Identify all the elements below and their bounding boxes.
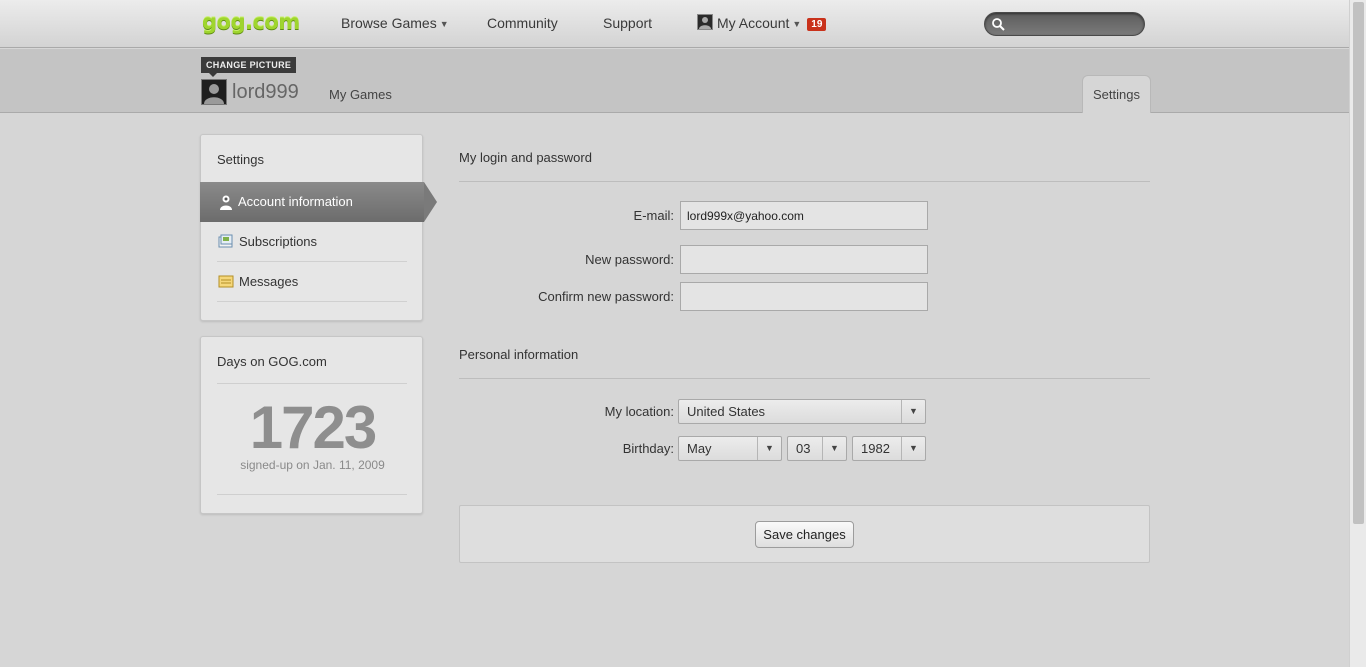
nav-support[interactable]: Support xyxy=(603,15,652,31)
search-box[interactable] xyxy=(984,12,1145,36)
personal-section-title: Personal information xyxy=(459,347,579,362)
messages-icon xyxy=(218,275,234,288)
profile-strip: CHANGE PICTURE lord999 My Games Settings xyxy=(0,49,1349,113)
my-account-label: My Account xyxy=(717,15,790,31)
divider xyxy=(217,383,407,384)
location-select[interactable]: United States ▼ xyxy=(678,399,926,424)
profile-avatar[interactable] xyxy=(201,79,227,105)
tab-settings[interactable]: Settings xyxy=(1082,75,1151,113)
nav-my-account[interactable]: My Account ▼ 19 xyxy=(717,15,827,31)
divider xyxy=(217,494,407,495)
notification-badge[interactable]: 19 xyxy=(807,18,827,31)
browse-games-label: Browse Games xyxy=(341,15,437,31)
confirm-password-field[interactable] xyxy=(680,282,928,311)
change-picture-tooltip[interactable]: CHANGE PICTURE xyxy=(201,57,297,77)
location-value: United States xyxy=(687,404,766,419)
new-password-label: New password: xyxy=(585,252,674,267)
sidebar-item-label: Subscriptions xyxy=(239,234,318,249)
days-title: Days on GOG.com xyxy=(217,354,327,369)
divider xyxy=(459,181,1150,182)
page: gog.com Browse Games ▼ Community Support … xyxy=(0,0,1366,667)
birth-month-value: May xyxy=(687,441,712,456)
tab-my-games[interactable]: My Games xyxy=(329,87,392,102)
birth-year-select[interactable]: 1982 ▼ xyxy=(852,436,926,461)
new-password-field[interactable] xyxy=(680,245,928,274)
account-avatar-icon[interactable] xyxy=(697,14,713,30)
chevron-down-icon: ▼ xyxy=(757,437,781,460)
birth-day-value: 03 xyxy=(796,441,811,456)
divider xyxy=(459,378,1150,379)
confirm-password-label: Confirm new password: xyxy=(538,289,674,304)
scrollbar-thumb[interactable] xyxy=(1353,2,1364,524)
scrollbar[interactable] xyxy=(1349,0,1366,667)
nav-community[interactable]: Community xyxy=(487,15,558,31)
birth-year-value: 1982 xyxy=(861,441,890,456)
save-changes-button[interactable]: Save changes xyxy=(755,521,854,548)
sidebar-item-label: Account information xyxy=(238,194,353,209)
email-label: E-mail: xyxy=(633,208,674,223)
username: lord999 xyxy=(232,81,299,103)
chevron-down-icon: ▼ xyxy=(792,19,802,29)
top-navigation-bar: gog.com Browse Games ▼ Community Support … xyxy=(0,0,1349,48)
signed-up-date: signed-up on Jan. 11, 2009 xyxy=(240,458,385,472)
birth-day-select[interactable]: 03 ▼ xyxy=(787,436,847,461)
location-label: My location: xyxy=(604,404,674,419)
sidebar-item-label: Messages xyxy=(239,274,299,289)
subscriptions-icon xyxy=(218,234,233,248)
login-section-title: My login and password xyxy=(459,150,592,165)
birthday-label: Birthday: xyxy=(622,441,674,456)
nav-browse-games[interactable]: Browse Games ▼ xyxy=(341,15,449,31)
chevron-down-icon: ▼ xyxy=(901,400,925,423)
chevron-down-icon: ▼ xyxy=(822,437,846,460)
save-panel: Save changes xyxy=(459,505,1150,563)
chevron-down-icon: ▼ xyxy=(901,437,925,460)
user-silhouette-icon xyxy=(204,84,224,104)
gog-logo[interactable]: gog.com xyxy=(202,10,300,34)
birth-month-select[interactable]: May ▼ xyxy=(678,436,782,461)
email-field[interactable] xyxy=(680,201,928,230)
chevron-down-icon: ▼ xyxy=(439,19,449,29)
days-on-gog-box: Days on GOG.com 1723 signed-up on Jan. 1… xyxy=(200,336,423,514)
search-icon xyxy=(992,18,1005,31)
settings-menu-title: Settings xyxy=(217,152,264,167)
search-input[interactable] xyxy=(1007,15,1137,33)
